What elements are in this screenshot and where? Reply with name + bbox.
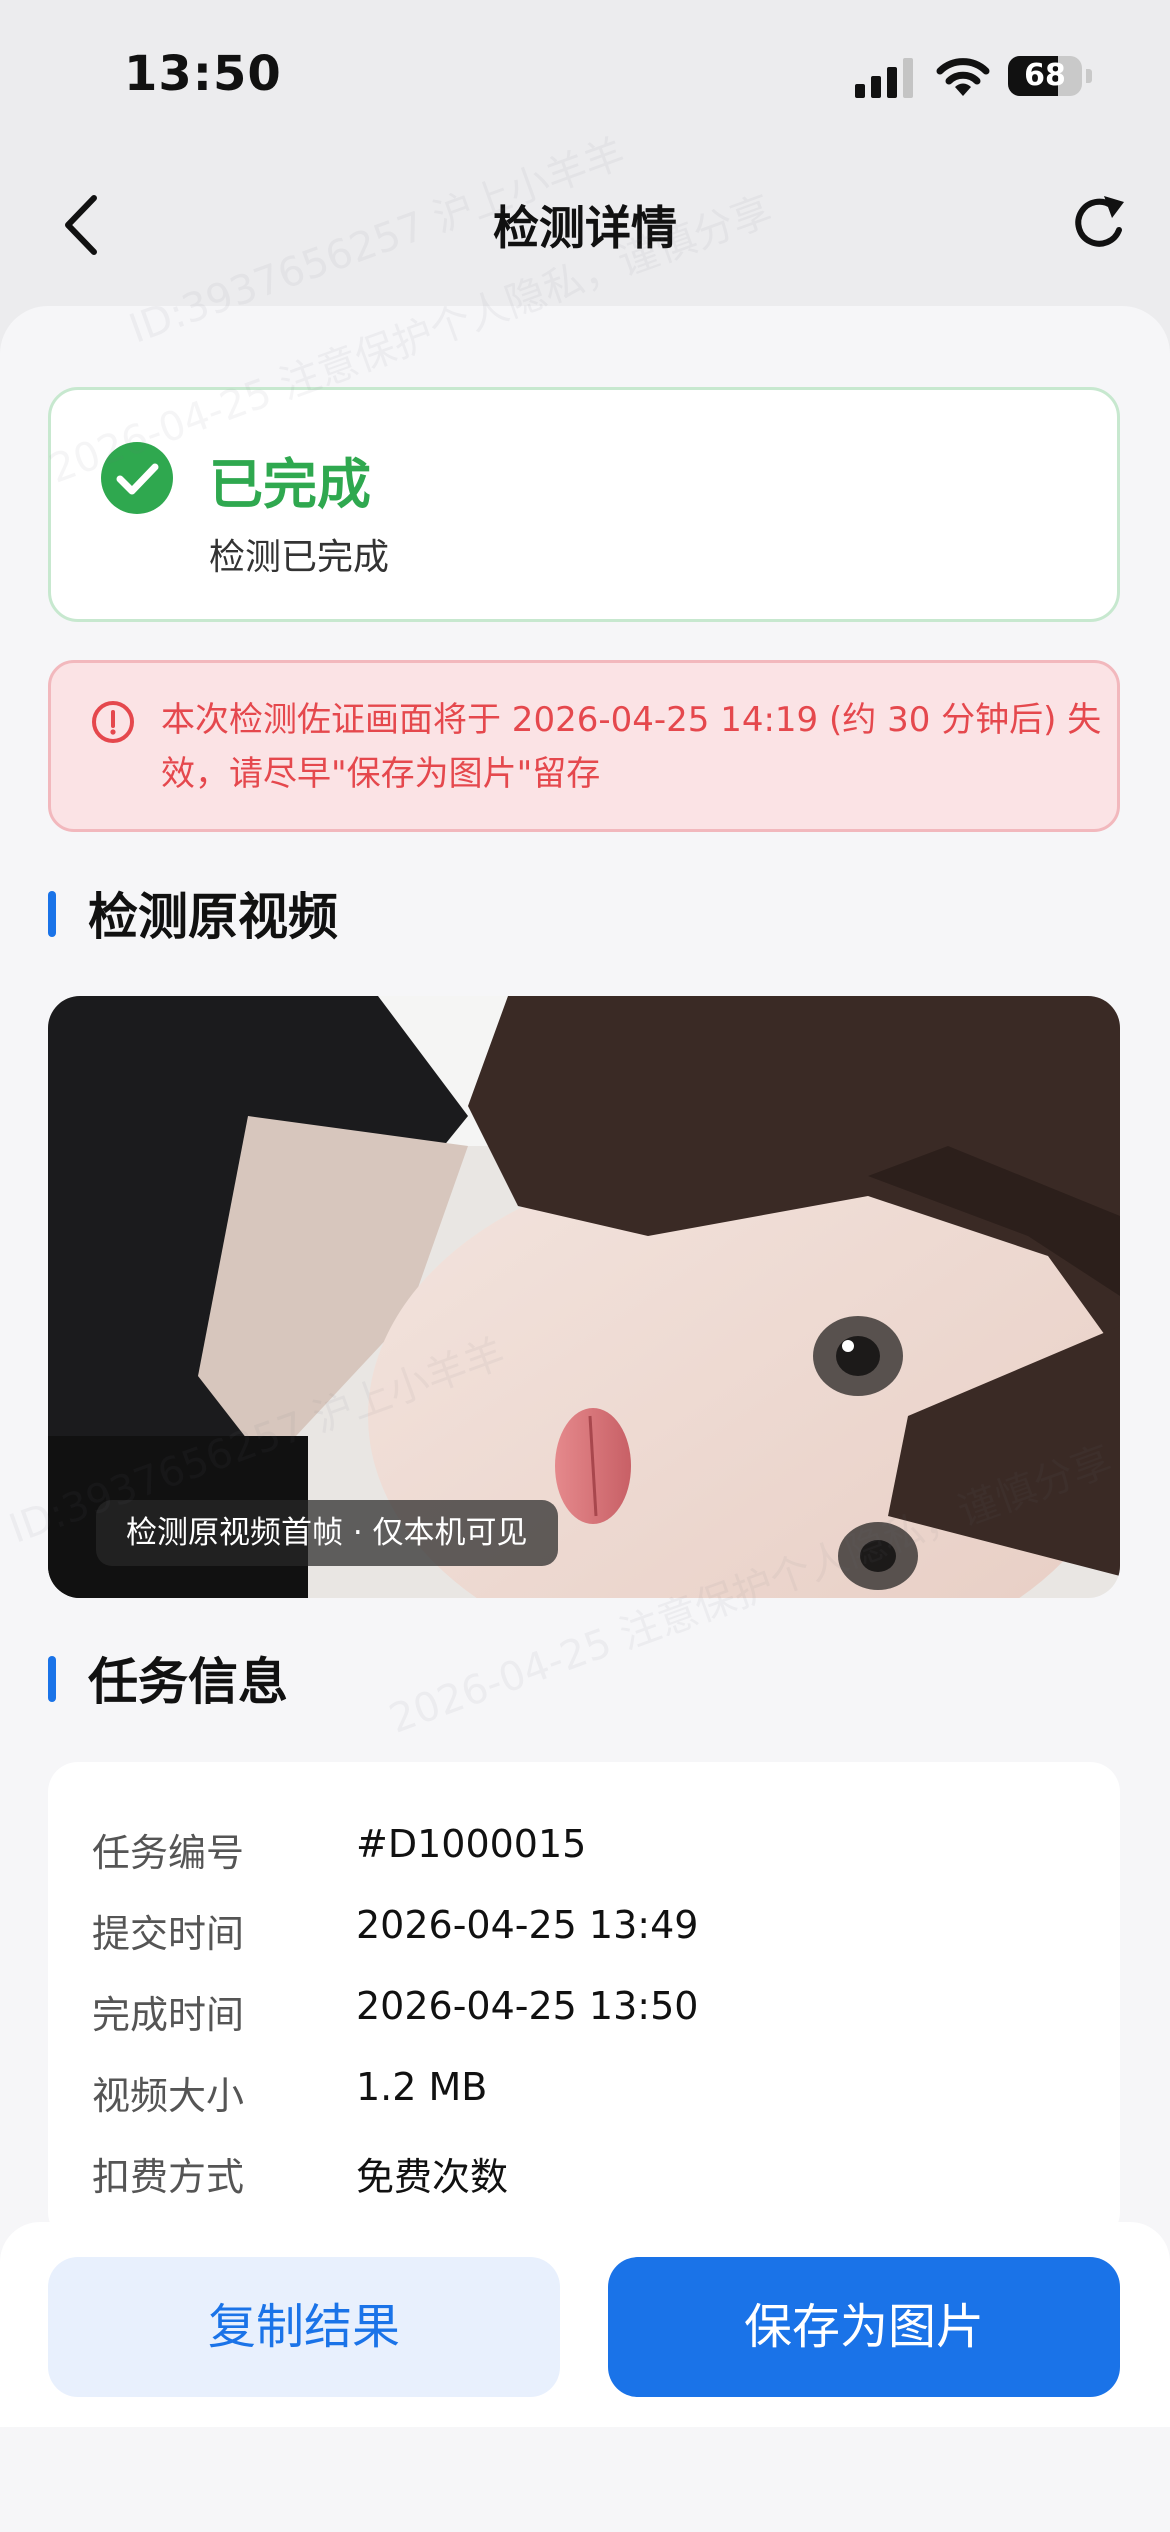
info-value: 2026-04-25 13:50 <box>356 1984 699 2028</box>
section-title: 检测原视频 <box>88 888 338 946</box>
info-label: 扣费方式 <box>92 2155 245 2199</box>
page-title: 检测详情 <box>493 201 677 255</box>
info-label: 任务编号 <box>92 1831 245 1875</box>
nav-bar: 检测详情 <box>0 170 1170 280</box>
section-title: 任务信息 <box>88 1653 288 1711</box>
bottom-action-bar: 复制结果 保存为图片 <box>0 2222 1170 2427</box>
battery-indicator: 68 <box>1008 56 1092 98</box>
wifi-icon <box>936 58 990 96</box>
battery-body: 68 <box>1008 56 1082 96</box>
video-caption: 检测原视频首帧 · 仅本机可见 <box>96 1500 558 1566</box>
cellular-signal-icon <box>855 58 913 98</box>
status-title: 已完成 <box>209 453 371 516</box>
info-value: 免费次数 <box>356 2155 509 2199</box>
expiry-alert: 本次检测佐证画面将于 2026-04-25 14:19 (约 30 分钟后) 失… <box>48 660 1120 832</box>
section-accent-bar <box>48 1656 56 1702</box>
section-accent-bar <box>48 891 56 937</box>
info-value: 1.2 MB <box>356 2065 488 2109</box>
info-label: 视频大小 <box>92 2074 245 2118</box>
save-as-image-button[interactable]: 保存为图片 <box>608 2257 1120 2397</box>
status-time: 13:50 <box>124 46 282 102</box>
check-circle-icon <box>101 442 173 514</box>
video-thumbnail[interactable]: 检测原视频首帧 · 仅本机可见 <box>48 996 1120 1598</box>
info-label: 完成时间 <box>92 1993 245 2037</box>
battery-cap <box>1086 69 1092 83</box>
info-value: 2026-04-25 13:49 <box>356 1903 699 1947</box>
info-icon <box>92 701 134 743</box>
copy-result-button[interactable]: 复制结果 <box>48 2257 560 2397</box>
status-card: 已完成 检测已完成 <box>48 387 1120 622</box>
refresh-icon[interactable] <box>1064 190 1134 260</box>
info-value: #D1000015 <box>356 1822 587 1866</box>
status-bar: 13:50 68 <box>0 0 1170 150</box>
status-subtitle: 检测已完成 <box>209 537 390 578</box>
alert-text: 本次检测佐证画面将于 2026-04-25 14:19 (约 30 分钟后) 失… <box>161 700 1102 794</box>
battery-percent: 68 <box>1024 58 1066 93</box>
info-label: 提交时间 <box>92 1912 245 1956</box>
task-info-card: 任务编号 #D1000015 提交时间 2026-04-25 13:49 完成时… <box>48 1762 1120 2242</box>
